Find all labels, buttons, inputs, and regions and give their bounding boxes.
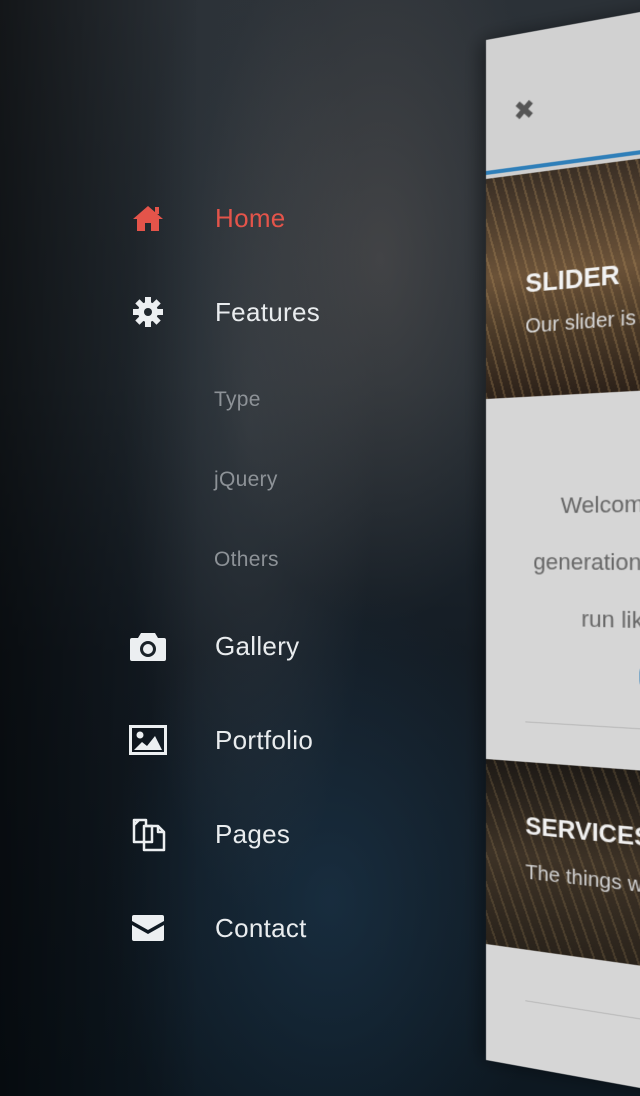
welcome-line: generation r bbox=[533, 549, 640, 577]
menu-item-home[interactable]: Home bbox=[0, 188, 420, 248]
menu-item-pages[interactable]: Pages bbox=[0, 804, 420, 864]
menu-item-portfolio[interactable]: Portfolio bbox=[0, 710, 420, 770]
submenu-item-jquery[interactable]: jQuery bbox=[0, 450, 420, 510]
submenu-item-label: jQuery bbox=[214, 468, 278, 492]
menu-item-label: Gallery bbox=[215, 631, 299, 662]
page-preview-panel[interactable]: ✖ SLIDER Our slider is a Welcome generat… bbox=[486, 2, 640, 1096]
welcome-section: Welcome generation r run like bbox=[486, 388, 640, 775]
slider-section: SLIDER Our slider is a bbox=[486, 151, 640, 399]
menu-item-label: Features bbox=[215, 297, 320, 328]
menu-item-gallery[interactable]: Gallery bbox=[0, 616, 420, 676]
envelope-icon bbox=[128, 908, 168, 948]
image-icon bbox=[128, 720, 168, 760]
submenu-item-label: Type bbox=[214, 388, 261, 412]
menu-item-label: Contact bbox=[215, 913, 307, 944]
submenu-item-others[interactable]: Others bbox=[0, 530, 420, 590]
menu-item-contact[interactable]: Contact bbox=[0, 898, 420, 958]
pages-icon bbox=[128, 814, 168, 854]
menu-item-label: Pages bbox=[215, 819, 290, 850]
home-icon bbox=[128, 198, 168, 238]
menu-item-label: Portfolio bbox=[215, 725, 313, 756]
slider-title: SLIDER bbox=[525, 261, 620, 300]
divider bbox=[525, 721, 640, 735]
menu-item-features[interactable]: Features bbox=[0, 282, 420, 342]
welcome-line: Welcome bbox=[561, 491, 640, 520]
menu-item-label: Home bbox=[215, 203, 286, 234]
slider-text: Our slider is a bbox=[525, 305, 640, 339]
services-section: SERVICES The things we bbox=[486, 759, 640, 973]
welcome-line: run like bbox=[581, 606, 640, 635]
side-menu: Home Features Type jQuery Others Gallery… bbox=[0, 0, 480, 1096]
divider bbox=[525, 1000, 640, 1035]
close-icon[interactable]: ✖ bbox=[513, 94, 535, 128]
gear-icon bbox=[128, 292, 168, 332]
submenu-item-type[interactable]: Type bbox=[0, 370, 420, 430]
submenu-item-label: Others bbox=[214, 548, 279, 572]
camera-icon bbox=[128, 626, 168, 666]
services-text: The things we bbox=[525, 861, 640, 900]
services-title: SERVICES bbox=[525, 813, 640, 854]
